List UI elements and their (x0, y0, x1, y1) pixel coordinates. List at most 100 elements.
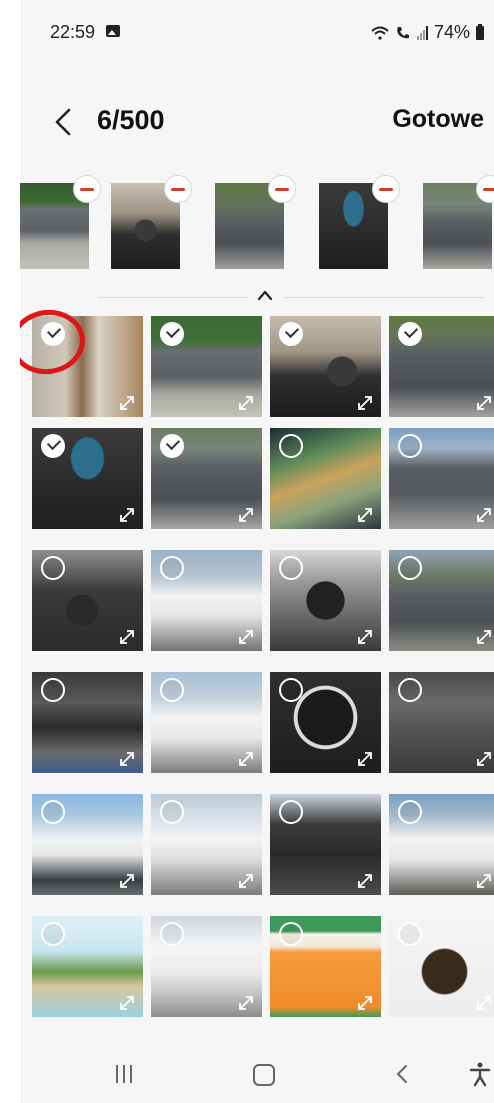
expand-icon[interactable] (238, 751, 254, 767)
photo-tile-10[interactable] (151, 550, 262, 651)
unchecked-icon[interactable] (398, 678, 422, 702)
photo-tile-14[interactable] (151, 672, 262, 773)
photo-tile-18[interactable] (151, 794, 262, 895)
strip-thumb-4[interactable] (319, 175, 400, 269)
unchecked-icon[interactable] (41, 556, 65, 580)
signal-icon (416, 25, 428, 40)
unchecked-icon[interactable] (398, 434, 422, 458)
selection-header: 6/500 Gotowe (20, 95, 494, 150)
photo-tile-9[interactable] (32, 550, 143, 651)
unchecked-icon[interactable] (398, 800, 422, 824)
expand-icon[interactable] (357, 507, 373, 523)
gallery-picker-screen: 22:59 74% 6/500 Gotowe (20, 0, 494, 1103)
recent-apps-button[interactable] (116, 1065, 132, 1083)
photo-tile-16[interactable] (389, 672, 494, 773)
expand-icon[interactable] (476, 751, 492, 767)
selected-strip (20, 175, 494, 269)
photo-tile-24[interactable] (389, 916, 494, 1017)
chevron-up-icon[interactable] (256, 288, 274, 302)
photo-tile-20[interactable] (389, 794, 494, 895)
unchecked-icon[interactable] (279, 434, 303, 458)
call-icon (397, 26, 409, 38)
remove-minus-icon[interactable] (372, 175, 400, 203)
unchecked-icon[interactable] (41, 678, 65, 702)
checked-icon[interactable] (398, 322, 422, 346)
unchecked-icon[interactable] (398, 922, 422, 946)
status-time: 22:59 (50, 22, 96, 42)
photo-tile-23[interactable] (270, 916, 381, 1017)
gallery-icon (106, 25, 120, 37)
status-bar: 22:59 74% (20, 0, 494, 70)
back-button[interactable] (394, 1063, 410, 1085)
expand-icon[interactable] (238, 995, 254, 1011)
expand-icon[interactable] (357, 873, 373, 889)
photo-tile-7[interactable] (270, 428, 381, 529)
expand-icon[interactable] (119, 751, 135, 767)
strip-thumb-2[interactable] (111, 175, 192, 269)
unchecked-icon[interactable] (160, 556, 184, 580)
photo-tile-2[interactable] (151, 316, 262, 417)
expand-icon[interactable] (238, 507, 254, 523)
photo-tile-6[interactable] (151, 428, 262, 529)
divider-right (284, 297, 484, 298)
expand-icon[interactable] (357, 629, 373, 645)
photo-tile-13[interactable] (32, 672, 143, 773)
home-button[interactable] (253, 1064, 275, 1086)
checked-icon[interactable] (160, 322, 184, 346)
remove-minus-icon[interactable] (164, 175, 192, 203)
expand-icon[interactable] (357, 751, 373, 767)
photo-tile-15[interactable] (270, 672, 381, 773)
photo-tile-21[interactable] (32, 916, 143, 1017)
unchecked-icon[interactable] (160, 678, 184, 702)
expand-icon[interactable] (357, 995, 373, 1011)
unchecked-icon[interactable] (279, 556, 303, 580)
expand-icon[interactable] (238, 395, 254, 411)
unchecked-icon[interactable] (398, 556, 422, 580)
remove-minus-icon[interactable] (268, 175, 296, 203)
divider-left (98, 297, 248, 298)
photo-tile-17[interactable] (32, 794, 143, 895)
photo-tile-5[interactable] (32, 428, 143, 529)
back-arrow-icon[interactable] (52, 107, 74, 137)
photo-tile-19[interactable] (270, 794, 381, 895)
expand-icon[interactable] (119, 507, 135, 523)
photo-tile-4[interactable] (389, 316, 494, 417)
checked-icon[interactable] (279, 322, 303, 346)
unchecked-icon[interactable] (41, 800, 65, 824)
expand-icon[interactable] (476, 995, 492, 1011)
unchecked-icon[interactable] (160, 922, 184, 946)
photo-tile-11[interactable] (270, 550, 381, 651)
unchecked-icon[interactable] (160, 800, 184, 824)
expand-icon[interactable] (119, 395, 135, 411)
done-button[interactable]: Gotowe (392, 105, 484, 134)
photo-tile-3[interactable] (270, 316, 381, 417)
battery-percent: 74% (433, 22, 470, 42)
checked-icon[interactable] (160, 434, 184, 458)
expand-icon[interactable] (119, 629, 135, 645)
expand-icon[interactable] (238, 629, 254, 645)
photo-tile-12[interactable] (389, 550, 494, 651)
expand-icon[interactable] (238, 873, 254, 889)
remove-minus-icon[interactable] (73, 175, 101, 203)
wifi-icon (371, 26, 389, 40)
expand-icon[interactable] (476, 395, 492, 411)
photo-tile-22[interactable] (151, 916, 262, 1017)
strip-thumb-3[interactable] (215, 175, 296, 269)
expand-icon[interactable] (357, 395, 373, 411)
expand-icon[interactable] (476, 629, 492, 645)
strip-thumb-1[interactable] (20, 175, 101, 269)
strip-thumb-5[interactable] (423, 175, 494, 269)
expand-icon[interactable] (119, 873, 135, 889)
photo-tile-8[interactable] (389, 428, 494, 529)
unchecked-icon[interactable] (279, 922, 303, 946)
expand-icon[interactable] (119, 995, 135, 1011)
expand-icon[interactable] (476, 873, 492, 889)
accessibility-icon[interactable] (469, 1061, 491, 1087)
unchecked-icon[interactable] (41, 922, 65, 946)
unchecked-icon[interactable] (279, 678, 303, 702)
selection-counter: 6/500 (97, 105, 165, 135)
checked-icon[interactable] (41, 434, 65, 458)
unchecked-icon[interactable] (279, 800, 303, 824)
system-nav-bar (20, 1045, 494, 1103)
expand-icon[interactable] (476, 507, 492, 523)
